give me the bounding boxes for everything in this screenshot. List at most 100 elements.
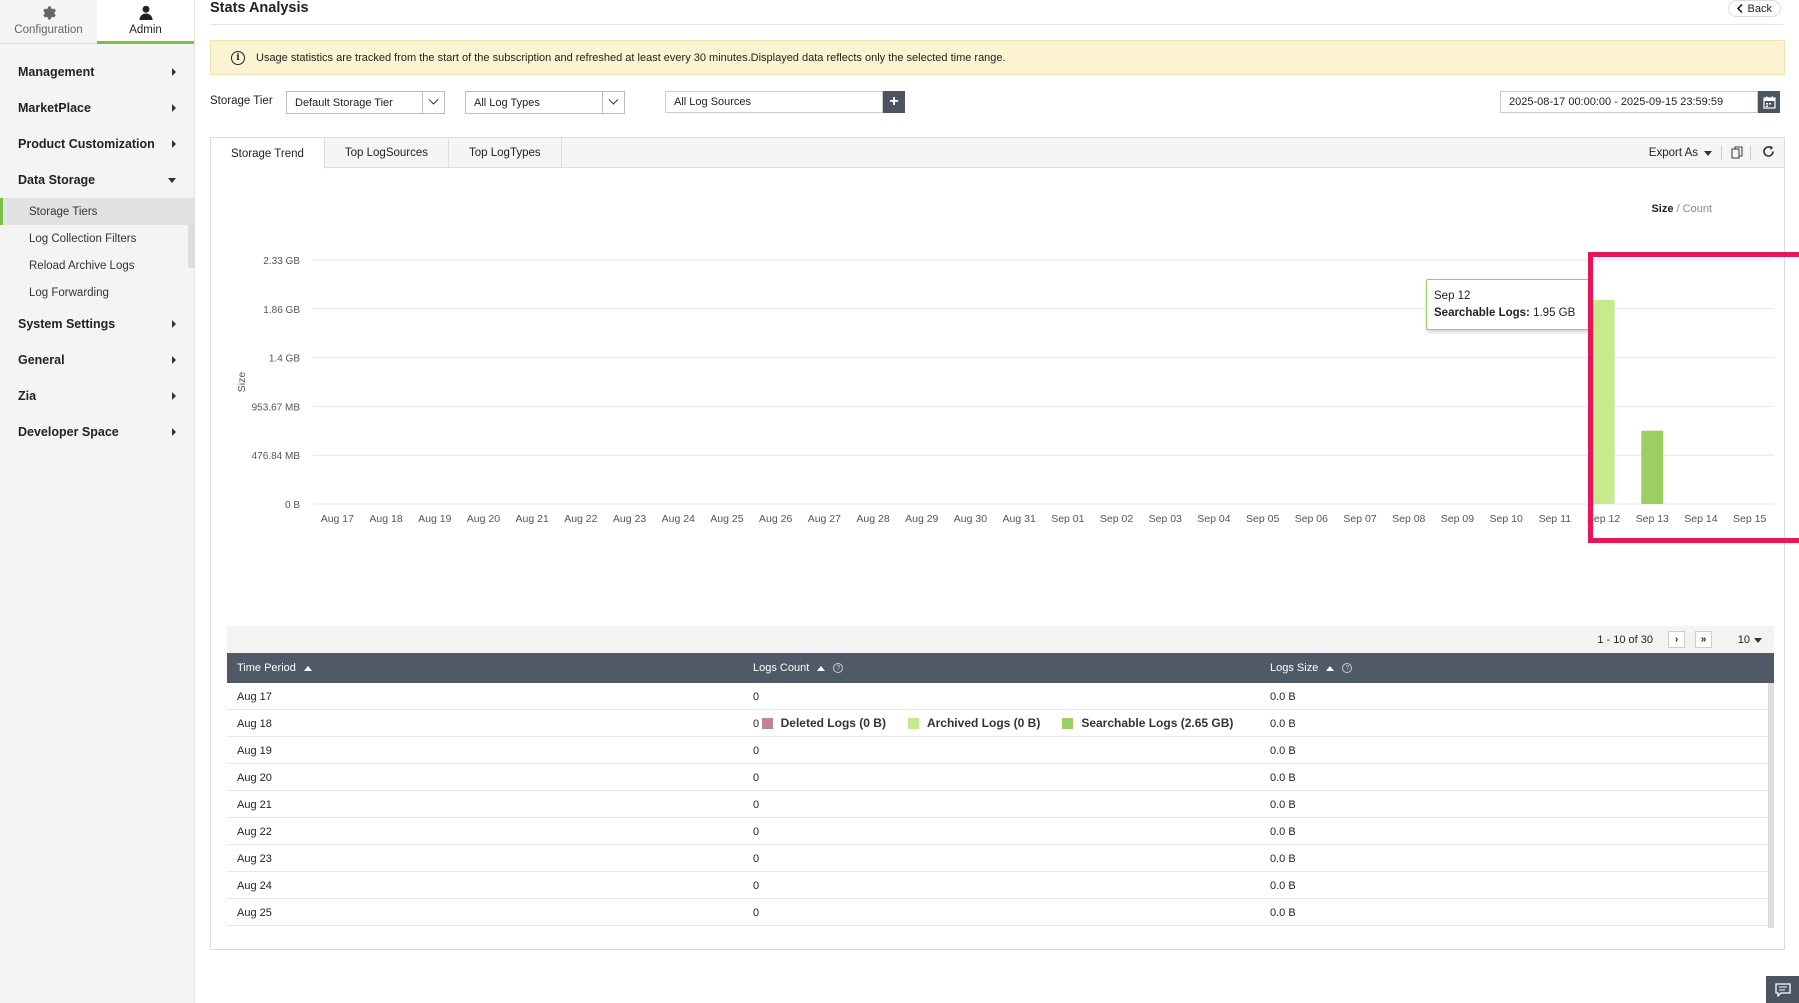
x-tick-label: Aug 24 bbox=[662, 513, 695, 525]
cell-time-period: Aug 17 bbox=[237, 691, 272, 703]
tab-admin-label: Admin bbox=[129, 24, 162, 36]
cell-logs-count: 0 bbox=[753, 880, 760, 892]
table-row[interactable]: Aug 18 0 0.0 B bbox=[227, 710, 1768, 737]
sidebar-item-zia[interactable]: Zia bbox=[0, 378, 194, 414]
tab-top-logsources[interactable]: Top LogSources bbox=[325, 138, 450, 168]
sidebar-item-developer-space[interactable]: Developer Space bbox=[0, 414, 194, 450]
table-pager: 1 - 10 of 30 › » 10 bbox=[227, 626, 1774, 653]
storage-tier-value: Default Storage Tier bbox=[295, 96, 393, 109]
table-row[interactable]: Aug 21 0 0.0 B bbox=[227, 791, 1768, 818]
date-range-value: 2025-08-17 00:00:00 - 2025-09-15 23:59:5… bbox=[1509, 96, 1724, 108]
back-button[interactable]: Back bbox=[1727, 0, 1781, 17]
sidebar-subitem-log-collection-filters[interactable]: Log Collection Filters bbox=[0, 225, 194, 252]
sidebar-item-general[interactable]: General bbox=[0, 342, 194, 378]
cell-logs-count: 0 bbox=[753, 907, 760, 919]
chevron-down-icon bbox=[602, 92, 624, 113]
tab-configuration[interactable]: Configuration bbox=[0, 0, 97, 44]
table-row[interactable]: Aug 25 0 0.0 B bbox=[227, 899, 1768, 926]
table-row[interactable]: Aug 20 0 0.0 B bbox=[227, 764, 1768, 791]
y-axis-label: Size bbox=[236, 372, 248, 393]
sidebar-subitem-log-forwarding[interactable]: Log Forwarding bbox=[0, 279, 194, 306]
x-tick-label: Aug 17 bbox=[321, 513, 354, 525]
tab-admin[interactable]: Admin bbox=[97, 0, 194, 44]
cell-logs-count: 0 bbox=[753, 745, 760, 757]
cell-logs-size: 0.0 B bbox=[1270, 772, 1296, 784]
next-page-button[interactable]: › bbox=[1668, 631, 1685, 648]
x-tick-label: Sep 11 bbox=[1539, 513, 1572, 525]
column-header-logs-size[interactable]: Logs Size ? bbox=[1270, 662, 1353, 674]
page-header: Stats Analysis Back bbox=[210, 0, 1783, 25]
export-as-dropdown[interactable]: Export As bbox=[1649, 138, 1712, 168]
cell-logs-size: 0.0 B bbox=[1270, 853, 1296, 865]
x-tick-label: Aug 31 bbox=[1003, 513, 1036, 525]
x-tick-label: Aug 27 bbox=[808, 513, 841, 525]
column-header-label: Logs Count bbox=[753, 662, 810, 674]
table-row[interactable]: Aug 19 0 0.0 B bbox=[227, 737, 1768, 764]
refresh-icon[interactable] bbox=[1762, 145, 1775, 161]
cell-logs-count: 0 bbox=[753, 799, 760, 811]
table-row[interactable]: Aug 17 0 0.0 B bbox=[227, 683, 1768, 710]
x-tick-label: Aug 20 bbox=[467, 513, 500, 525]
x-tick-label: Aug 18 bbox=[369, 513, 402, 525]
tab-top-logtypes[interactable]: Top LogTypes bbox=[449, 138, 562, 168]
user-icon bbox=[138, 5, 153, 20]
x-tick-label: Sep 12 bbox=[1587, 513, 1620, 525]
y-tick-label: 476.84 MB bbox=[252, 451, 301, 462]
tooltip-series-name: Searchable Logs: bbox=[1434, 307, 1530, 319]
table-row[interactable]: Aug 24 0 0.0 B bbox=[227, 872, 1768, 899]
sidebar-subitem-storage-tiers[interactable]: Storage Tiers bbox=[0, 198, 194, 225]
sidebar-item-management[interactable]: Management bbox=[0, 54, 194, 90]
sidebar: Configuration Admin Management MarketPla… bbox=[0, 0, 195, 1003]
column-header-logs-count[interactable]: Logs Count ? bbox=[753, 662, 844, 674]
sidebar-item-data-storage[interactable]: Data Storage bbox=[0, 162, 194, 198]
x-tick-label: Aug 26 bbox=[759, 513, 792, 525]
sidebar-item-label: Data Storage bbox=[18, 173, 96, 187]
chat-icon bbox=[1774, 982, 1791, 997]
table-body: Aug 17 0 0.0 B Aug 18 0 0.0 B Aug 19 0 0.0 B Aug … bbox=[227, 683, 1774, 928]
page-size-select[interactable]: 10 bbox=[1738, 634, 1762, 646]
cell-time-period: Aug 23 bbox=[237, 853, 272, 865]
calendar-button[interactable] bbox=[1758, 91, 1780, 113]
last-page-button[interactable]: » bbox=[1695, 631, 1712, 648]
copy-icon[interactable] bbox=[1731, 146, 1744, 163]
sidebar-collapse-handle[interactable] bbox=[188, 222, 195, 268]
info-banner: i Usage statistics are tracked from the … bbox=[210, 40, 1785, 75]
help-icon[interactable]: ? bbox=[833, 663, 844, 673]
tab-bar: Storage Trend Top LogSources Top LogType… bbox=[211, 138, 1784, 169]
sidebar-item-label: Product Customization bbox=[18, 137, 155, 151]
info-banner-text: Usage statistics are tracked from the st… bbox=[256, 51, 1006, 64]
x-tick-label: Aug 28 bbox=[856, 513, 889, 525]
table-row[interactable]: Aug 22 0 0.0 B bbox=[227, 818, 1768, 845]
x-tick-label: Aug 21 bbox=[516, 513, 549, 525]
calendar-icon bbox=[1762, 96, 1776, 109]
sidebar-menu: Management MarketPlace Product Customiza… bbox=[0, 54, 194, 450]
date-range-field[interactable]: 2025-08-17 00:00:00 - 2025-09-15 23:59:5… bbox=[1500, 91, 1758, 113]
sidebar-item-label: Zia bbox=[18, 389, 37, 403]
x-tick-label: Sep 06 bbox=[1295, 513, 1328, 525]
sidebar-item-system-settings[interactable]: System Settings bbox=[0, 306, 194, 342]
table-row[interactable]: Aug 23 0 0.0 B bbox=[227, 845, 1768, 872]
x-tick-label: Sep 10 bbox=[1490, 513, 1523, 525]
sidebar-item-marketplace[interactable]: MarketPlace bbox=[0, 90, 194, 126]
add-log-source-button[interactable]: + bbox=[883, 91, 905, 113]
log-type-select[interactable]: All Log Types bbox=[465, 91, 625, 114]
tab-configuration-label: Configuration bbox=[14, 24, 83, 36]
sidebar-item-product-customization[interactable]: Product Customization bbox=[0, 126, 194, 162]
log-sources-field[interactable]: All Log Sources bbox=[665, 91, 883, 113]
x-tick-label: Sep 05 bbox=[1246, 513, 1279, 525]
tab-storage-trend[interactable]: Storage Trend bbox=[211, 138, 325, 169]
cell-logs-size: 0.0 B bbox=[1270, 691, 1296, 703]
tooltip-date: Sep 12 bbox=[1434, 290, 1471, 302]
column-header-time-period[interactable]: Time Period bbox=[237, 662, 312, 674]
log-sources-value: All Log Sources bbox=[674, 96, 752, 108]
chevron-down-icon bbox=[1704, 150, 1712, 156]
help-icon[interactable]: ? bbox=[1342, 663, 1353, 673]
cell-logs-count: 0 bbox=[753, 826, 760, 838]
cell-logs-size: 0.0 B bbox=[1270, 799, 1296, 811]
storage-tier-select[interactable]: Default Storage Tier bbox=[286, 91, 445, 114]
sidebar-item-label: General bbox=[18, 353, 65, 367]
plus-icon: + bbox=[889, 93, 899, 110]
chat-button[interactable] bbox=[1766, 976, 1799, 1003]
sidebar-subitem-reload-archive-logs[interactable]: Reload Archive Logs bbox=[0, 252, 194, 279]
chevron-down-icon bbox=[422, 92, 444, 113]
